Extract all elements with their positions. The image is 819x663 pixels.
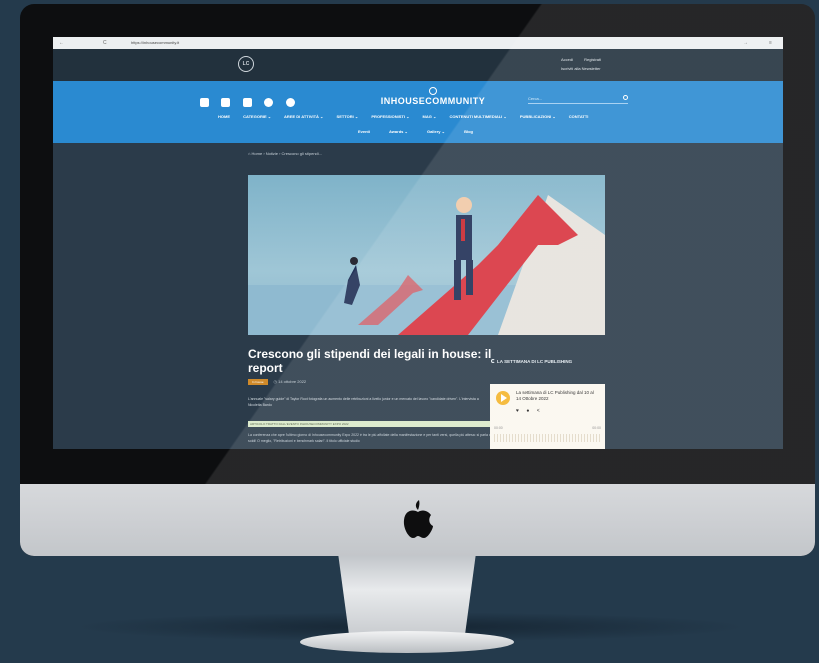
category-badge[interactable]: In house [248,379,268,385]
comment-icon[interactable]: ● [526,408,529,414]
menu-item-gallery[interactable]: Gallery ⌄ [427,129,445,134]
podcast-title[interactable]: La settimana di LC Publishing dal 10 al … [516,390,594,402]
article-excerpt: L'annuale "salary guide" di Taylor Root … [248,397,479,407]
menu-item-aree[interactable]: AREE DI ATTIVITÀ ⌄ [284,114,323,119]
article-highlight: ARTICOLO TRATTO DALL'EVENTO INHOUSECOMMU… [248,421,494,427]
brand-name: INHOUSECOMMUNITY [380,96,486,106]
imac-stand-neck [338,553,476,635]
primary-menu: HOME CATEGORIE ⌄ AREE DI ATTIVITÀ ⌄ SETT… [218,114,600,119]
site-header: INHOUSECOMMUNITY Cerca... HOME CATEGORIE… [53,81,783,143]
podcast-controls: ♥ ● < [516,408,546,414]
article-hero-image [248,175,605,335]
facebook-icon[interactable] [285,98,295,107]
secondary-menu: Eventi Awards ⌄ Gallery ⌄ Blog [358,129,491,134]
forward-arrow-icon[interactable]: → [743,40,748,46]
time-end: 00:00 [592,426,601,430]
menu-item-contenuti[interactable]: CONTENUTI MULTIMEDIALI ⌄ [449,114,506,119]
apple-logo-icon [403,500,433,538]
article-meta: In house ◷ 14 ottobre 2022 [248,379,306,385]
top-links: Accedi Registrati Iscriviti alla Newslet… [561,55,611,73]
search-placeholder: Cerca... [528,96,543,101]
menu-item-awards[interactable]: Awards ⌄ [389,129,408,134]
podcast-player: La settimana di LC Publishing dal 10 al … [490,384,605,449]
instagram-icon[interactable] [264,98,274,107]
search-icon[interactable] [623,95,628,100]
menu-item-home[interactable]: HOME [218,114,230,119]
search-input[interactable]: Cerca... [528,94,628,104]
browser-menu-icon[interactable]: ≡ [769,40,772,46]
sidebar-title-text: LA SETTIMANA DI LC PUBLISHING [497,359,573,364]
article-title: Crescono gli stipendi dei legali in hous… [248,347,492,375]
imac-stand-base [300,631,514,653]
imac-monitor: ← C https://inhousecommunity.it → ≡ LC A… [20,4,815,556]
login-link[interactable]: Accedi [561,57,573,62]
site-brand[interactable]: INHOUSECOMMUNITY [378,87,488,106]
lc-logo[interactable]: LC [238,56,254,72]
site-top-strip: LC Accedi Registrati Iscriviti alla News… [53,49,783,81]
menu-item-contatti[interactable]: CONTATTI [569,114,589,119]
menu-item-settori[interactable]: SETTORI ⌄ [337,114,359,119]
register-link[interactable]: Registrati [584,57,601,62]
audio-waveform[interactable] [494,434,601,442]
menu-item-pubblicazioni[interactable]: PUBBLICAZIONI ⌄ [520,114,556,119]
sidebar-title: LA SETTIMANA DI LC PUBLISHING [491,359,572,364]
breadcrumb: ⌂ Home › Notizie › Crescono gli stipendi… [248,151,322,156]
podcast-times: 00:00 00:00 [494,426,601,430]
article-body: La conferenza che apre l'ultimo giorno d… [248,433,492,443]
reload-icon[interactable]: C [103,40,107,46]
youtube-icon[interactable] [242,98,252,107]
menu-item-categorie[interactable]: CATEGORIE ⌄ [243,114,271,119]
breadcrumb-text[interactable]: Home › Notizie › Crescono gli stipendi..… [252,151,322,156]
loading-spinner-icon [491,359,495,363]
menu-item-professionisti[interactable]: PROFESSIONISTI ⌄ [371,114,409,119]
address-bar[interactable]: https://inhousecommunity.it [131,40,179,45]
brand-mark-icon [429,87,437,95]
newsletter-link[interactable]: Iscriviti alla Newsletter [561,66,601,71]
menu-item-eventi[interactable]: Eventi [358,129,370,134]
twitter-icon[interactable] [221,98,231,107]
browser-toolbar: ← C https://inhousecommunity.it → ≡ [53,37,783,49]
menu-item-mag[interactable]: MAG ⌄ [423,114,437,119]
heart-icon[interactable]: ♥ [516,408,519,414]
play-button[interactable] [496,391,510,405]
article-date: 14 ottobre 2022 [278,379,307,384]
share-icon[interactable]: < [537,408,540,414]
menu-item-blog[interactable]: Blog [464,129,473,134]
time-start: 00:00 [494,426,503,430]
monitor-screen: ← C https://inhousecommunity.it → ≡ LC A… [53,37,783,449]
back-arrow-icon[interactable]: ← [59,40,64,46]
linkedin-icon[interactable] [200,98,209,107]
hero-illustration [248,195,605,335]
social-icons [200,94,303,112]
imac-stand [300,553,514,653]
